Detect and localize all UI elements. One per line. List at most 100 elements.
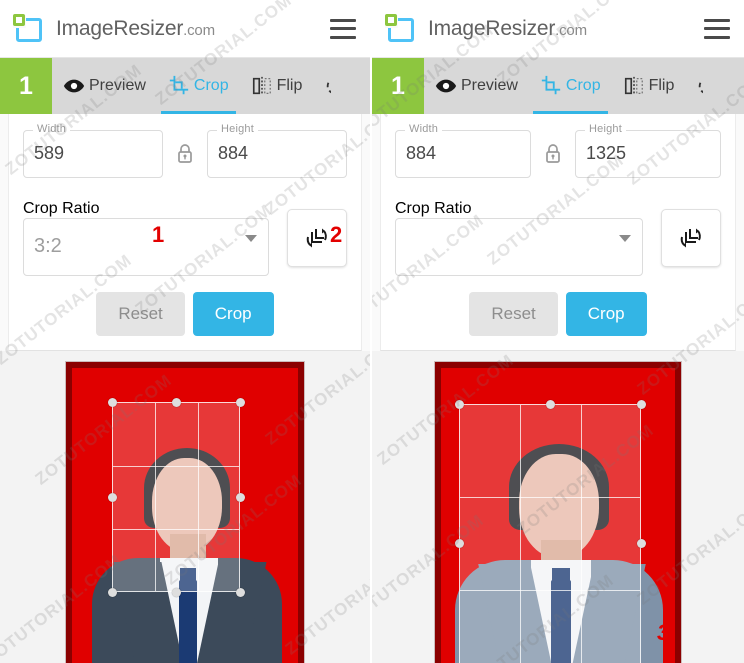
crop-handle-s[interactable] [172,588,181,597]
brand-name-left: ImageResizer [56,16,184,40]
width-value-left[interactable]: 589 [23,130,163,178]
panel-left: ImageResizer.com 1 Preview Crop Flip Wid… [0,0,372,663]
crop-handle-se[interactable] [236,588,245,597]
hamburger-menu-icon[interactable] [330,18,356,39]
crop-handle-e[interactable] [236,493,245,502]
tab-flip-label-right: Flip [648,77,675,94]
tab-flip-label-left: Flip [276,77,303,94]
width-label-right: Width [405,123,443,135]
crop-handle-w[interactable] [108,493,117,502]
tab-preview-right[interactable]: Preview [424,58,529,114]
crop-handle-nw[interactable] [108,398,117,407]
brand-tld-left: .com [183,21,215,39]
crop-handle-e[interactable] [637,539,646,548]
width-field-left[interactable]: Width 589 [23,123,163,178]
app-header-left: ImageResizer.com [0,0,370,58]
tab-preview-label-left: Preview [89,77,146,94]
dual-screenshot-comparison: ImageResizer.com 1 Preview Crop Flip Wid… [0,0,744,663]
crop-icon [169,75,189,95]
crop-selection-right[interactable] [455,400,646,663]
crop-frame-logo-icon [12,12,46,46]
width-value-right[interactable]: 884 [395,130,531,178]
crop-form-left: Width 589 Height 884 Crop Ratio 3:2 Rese… [8,114,362,351]
step-badge-left: 1 [0,58,52,114]
eye-icon [435,79,457,93]
tab-flip-right[interactable]: Flip [612,58,686,114]
brand-title-left: ImageResizer.com [56,17,215,41]
lock-closed-icon [546,144,560,163]
hamburger-menu-icon[interactable] [704,18,730,39]
tab-crop-left[interactable]: Crop [157,58,240,114]
step-badge-right: 1 [372,58,424,114]
dimension-row-right: Width 884 Height 1325 [395,123,721,178]
crop-rotate-button-right[interactable] [661,209,721,267]
reset-button-right[interactable]: Reset [469,292,558,336]
image-preview-left[interactable] [0,351,370,663]
crop-rotate-icon [306,228,327,248]
aspect-lock-left[interactable] [163,142,207,166]
reset-button-left[interactable]: Reset [96,292,185,336]
brand-title-right: ImageResizer.com [428,17,587,41]
ratio-row-right: Crop Ratio [395,200,721,276]
rotate-icon [327,81,332,94]
tab-crop-label-left: Crop [193,77,229,94]
chevron-down-icon[interactable] [619,235,631,242]
annotation-marker-2: 2 [330,222,343,247]
crop-ratio-value-left[interactable]: 3:2 [23,218,269,276]
tabbar-right: 1 Preview Crop Flip [372,58,744,114]
crop-frame-logo-icon [384,12,418,46]
annotation-marker-1: 1 [152,222,165,247]
crop-ratio-label-right: Crop Ratio [395,200,472,217]
height-field-left[interactable]: Height 884 [207,123,347,178]
height-value-right[interactable]: 1325 [575,130,721,178]
tab-rotate-right[interactable] [685,58,704,114]
crop-handle-ne[interactable] [236,398,245,407]
width-field-right[interactable]: Width 884 [395,123,531,178]
crop-form-right: Width 884 Height 1325 Crop Ratio Reset C… [380,114,736,351]
crop-selection-left[interactable] [108,398,245,597]
tab-crop-right[interactable]: Crop [529,58,612,114]
tab-crop-label-right: Crop [565,77,601,94]
crop-handle-n[interactable] [172,398,181,407]
form-actions-left: Reset Crop [23,292,347,336]
height-field-right[interactable]: Height 1325 [575,123,721,178]
crop-handle-nw[interactable] [455,400,464,409]
crop-handle-n[interactable] [546,400,555,409]
crop-handle-sw[interactable] [108,588,117,597]
aspect-lock-right[interactable] [531,142,575,166]
ratio-row-left: Crop Ratio 3:2 [23,200,347,276]
tab-flip-left[interactable]: Flip [240,58,314,114]
rotate-icon [699,81,704,94]
flip-icon [624,76,643,96]
lock-closed-icon [178,144,192,163]
crop-ratio-select-left[interactable]: Crop Ratio 3:2 [23,200,269,276]
brand-tld-right: .com [555,21,587,39]
flip-icon [252,76,271,96]
annotation-marker-3: 3 [657,620,670,645]
tab-rotate-left[interactable] [313,58,332,114]
crop-handle-ne[interactable] [637,400,646,409]
crop-ratio-select-right[interactable]: Crop Ratio [395,200,643,276]
dimension-row-left: Width 589 Height 884 [23,123,347,178]
height-label-right: Height [585,123,626,135]
chevron-down-icon[interactable] [245,235,257,242]
panel-right: ImageResizer.com 1 Preview Crop Flip Wid… [372,0,744,663]
image-preview-right[interactable] [372,351,744,663]
photo-canvas-left [65,361,305,663]
photo-canvas-right [434,361,682,663]
crop-rotate-icon [680,228,701,248]
width-label-left: Width [33,123,71,135]
crop-button-right[interactable]: Crop [565,292,647,336]
crop-ratio-label-left: Crop Ratio [23,200,100,217]
height-label-left: Height [217,123,258,135]
crop-button-left[interactable]: Crop [192,292,274,336]
tabbar-left: 1 Preview Crop Flip [0,58,370,114]
height-value-left[interactable]: 884 [207,130,347,178]
crop-ratio-value-right[interactable] [395,218,643,276]
crop-handle-w[interactable] [455,539,464,548]
crop-icon [541,75,561,95]
eye-icon [63,79,85,93]
app-header-right: ImageResizer.com [372,0,744,58]
tab-preview-left[interactable]: Preview [52,58,157,114]
brand-name-right: ImageResizer [428,16,556,40]
